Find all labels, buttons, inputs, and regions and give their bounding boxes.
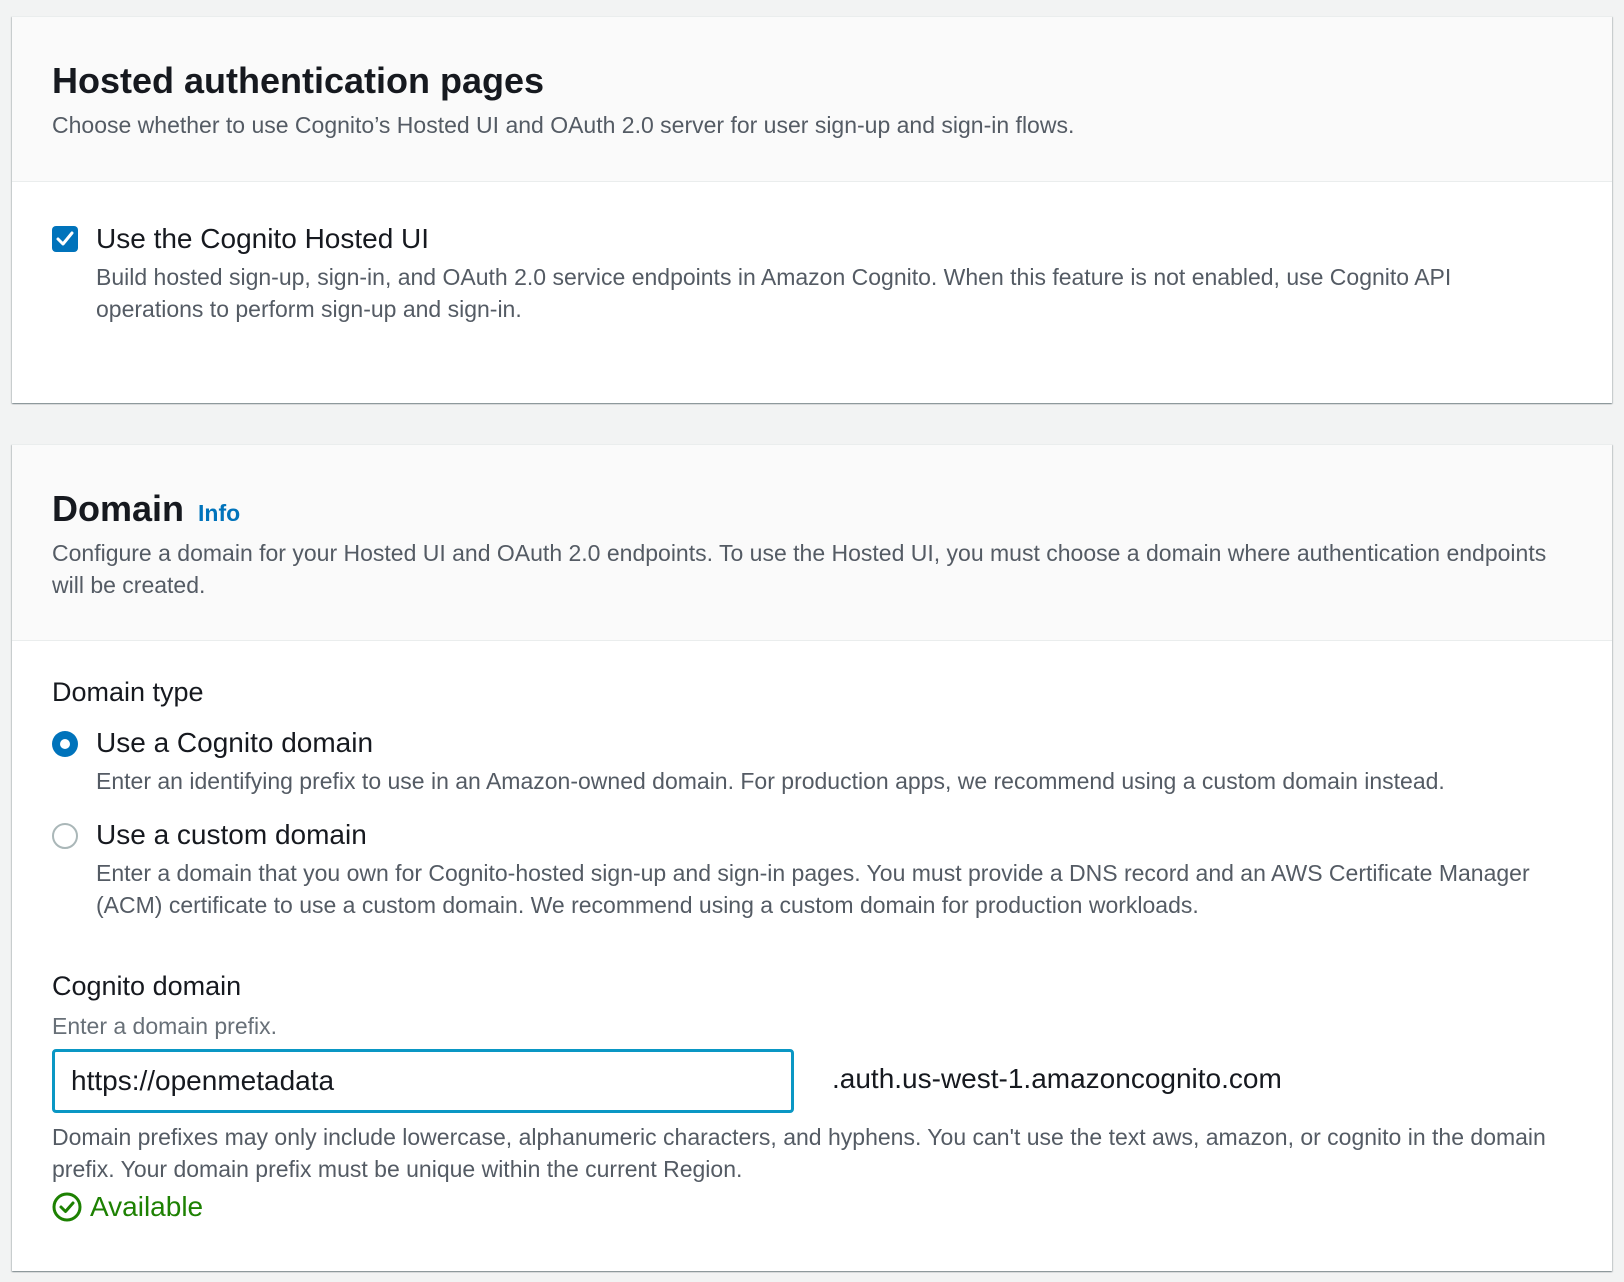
availability-status: Available: [52, 1191, 203, 1223]
cognito-domain-field-label: Cognito domain: [52, 971, 242, 1001]
hosted-ui-label[interactable]: Use the Cognito Hosted UI: [96, 221, 1552, 257]
domain-header: Domain Info Configure a domain for your H…: [12, 445, 1612, 641]
hosted-auth-description: Choose whether to use Cognito’s Hosted U…: [52, 112, 1075, 138]
cognito-domain-field-hint: Enter a domain prefix.: [52, 1013, 278, 1039]
custom-domain-label[interactable]: Use a custom domain: [96, 817, 1572, 853]
cognito-domain-description: Enter an identifying prefix to use in an…: [96, 768, 1445, 794]
hosted-auth-header: Hosted authentication pages Choose wheth…: [12, 17, 1612, 182]
domain-panel: Domain Info Configure a domain for your H…: [12, 444, 1612, 1271]
hosted-ui-description: Build hosted sign-up, sign-in, and OAuth…: [96, 264, 1452, 322]
domain-type-label: Domain type: [52, 677, 204, 707]
hosted-ui-checkbox[interactable]: [52, 226, 78, 252]
custom-domain-description: Enter a domain that you own for Cognito-…: [96, 860, 1530, 918]
domain-title: Domain: [52, 488, 185, 529]
domain-suffix: .auth.us-west-1.amazoncognito.com: [832, 1063, 1282, 1094]
radio-option-custom-domain[interactable]: Use a custom domain Enter a domain that …: [52, 817, 1572, 921]
hosted-auth-panel: Hosted authentication pages Choose wheth…: [12, 16, 1612, 403]
cognito-domain-label[interactable]: Use a Cognito domain: [96, 725, 1572, 761]
hosted-auth-title: Hosted authentication pages: [52, 60, 545, 101]
availability-status-text: Available: [90, 1191, 204, 1222]
domain-prefix-input[interactable]: [52, 1049, 794, 1113]
custom-domain-radio[interactable]: [52, 823, 78, 849]
check-circle-icon: [52, 1192, 82, 1222]
checkmark-icon: [56, 231, 74, 246]
cognito-domain-radio[interactable]: [52, 731, 78, 757]
info-link[interactable]: Info: [198, 500, 240, 526]
domain-description: Configure a domain for your Hosted UI an…: [52, 540, 1547, 598]
domain-constraint-text: Domain prefixes may only include lowerca…: [52, 1124, 1546, 1182]
radio-option-cognito-domain[interactable]: Use a Cognito domain Enter an identifyin…: [52, 725, 1572, 797]
hosted-ui-option[interactable]: Use the Cognito Hosted UI Build hosted s…: [52, 221, 1552, 325]
